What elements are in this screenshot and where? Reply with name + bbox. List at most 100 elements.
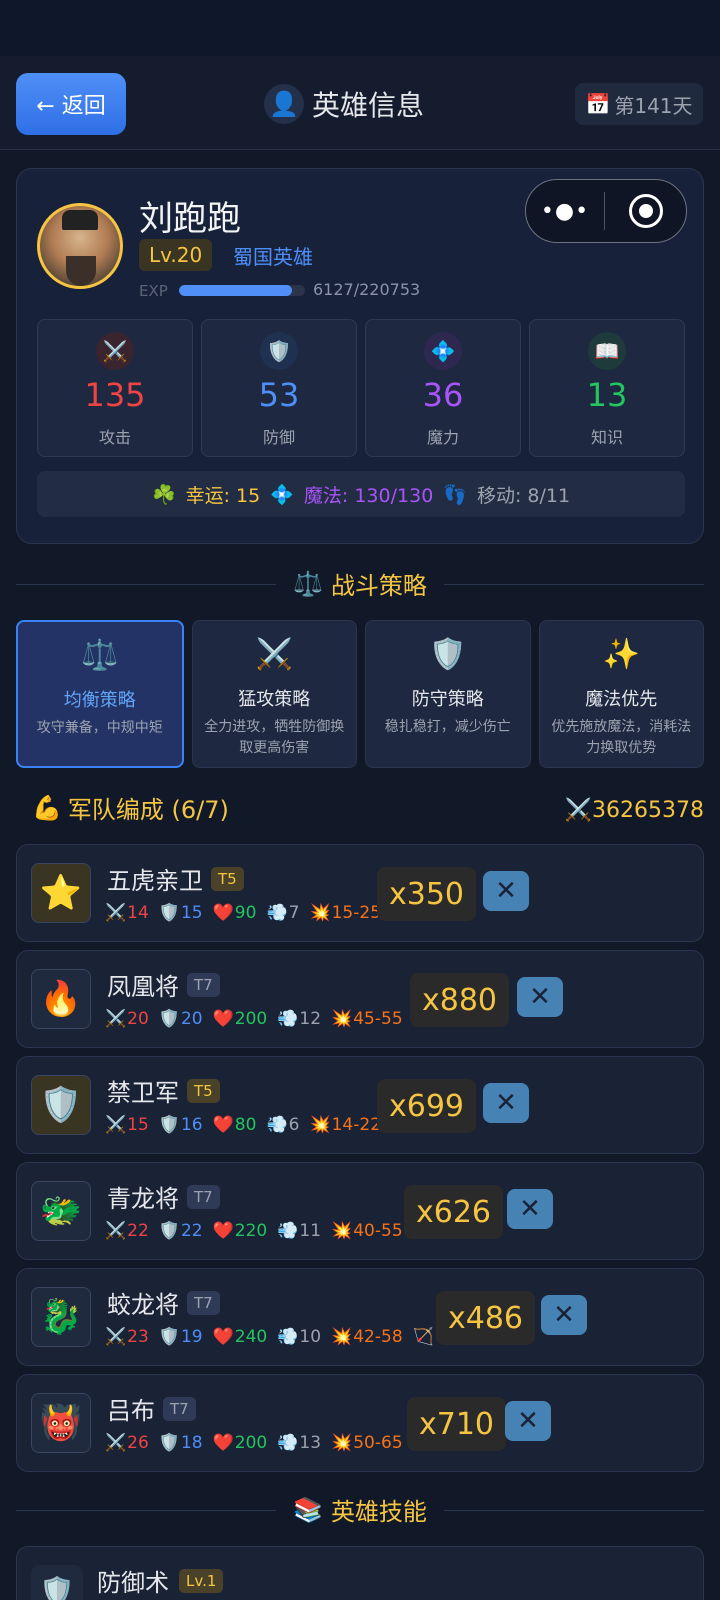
unit-health: ❤️ 220 [213, 1221, 268, 1241]
crossed-swords-icon: ⚔️ [105, 903, 127, 923]
shield-icon: 🛡️ [158, 1115, 180, 1135]
scales-icon: ⚖️ [81, 638, 119, 673]
shield-icon: 🛡️ [158, 1327, 180, 1347]
unit-attack-value: 22 [127, 1221, 149, 1241]
crossed-swords-icon: ⚔️ [96, 332, 134, 370]
wind-icon: 💨 [277, 1221, 299, 1241]
strategy-section-title: ⚖️ 战斗策略 [0, 566, 720, 601]
unit-damage-value: 14-22 [331, 1115, 382, 1135]
oni-mask-icon: 👹 [31, 1393, 91, 1453]
unit-defense-value: 18 [180, 1433, 203, 1453]
unit-defense: 🛡️ 20 [159, 1009, 203, 1029]
unit-speed: 💨 12 [277, 1009, 321, 1029]
skill-name-text: 防御术 [97, 1569, 169, 1597]
hero-sub-stats: ☘️ 幸运: 15 💠 魔法: 130/130 👣 移动: 8/11 [37, 471, 685, 517]
user-avatar-icon: 👤 [264, 84, 304, 124]
remove-unit-button[interactable]: ✕ [507, 1189, 553, 1229]
unit-defense-value: 19 [180, 1327, 203, 1347]
unit-health: ❤️ 90 [213, 903, 257, 923]
unit-damage: 💥 42-58 [331, 1327, 403, 1347]
unit-speed-value: 10 [299, 1327, 322, 1347]
unit-count: x710 [407, 1397, 507, 1451]
unit-damage-value: 42-58 [353, 1327, 403, 1347]
collision-icon: 💥 [331, 1221, 353, 1241]
skill-level-badge: Lv.1 [179, 1568, 224, 1593]
unit-speed-value: 7 [288, 903, 300, 923]
shield-icon: 🛡️ [429, 637, 467, 672]
strategy-magic-first[interactable]: ✨ 魔法优先 优先施放魔法，消耗法力换取优势 [538, 620, 704, 768]
wind-icon: 💨 [277, 1433, 299, 1453]
wind-icon: 💨 [277, 1009, 299, 1029]
unit-defense: 🛡️ 16 [159, 1115, 203, 1135]
collision-icon: 💥 [331, 1009, 353, 1029]
miniprogram-capsule: •●• [525, 179, 687, 243]
exp-value: 6127/220753 [313, 280, 421, 299]
unit-name-text: 五虎亲卫 [107, 867, 203, 895]
unit-health: ❤️ 200 [213, 1009, 268, 1029]
unit-damage: 💥 14-22 [309, 1115, 381, 1135]
stat-value: 36 [422, 376, 464, 414]
section-title-text: 战斗策略 [330, 572, 427, 600]
unit-speed: 💨 6 [266, 1115, 299, 1135]
unit-tier-badge: T7 [187, 972, 220, 997]
stat-value: 53 [258, 376, 300, 414]
unit-card: 👹 吕布 T7 ⚔️ 26 🛡️ 18 ❤️ 200 💨 13 💥 50-65 x710 ✕ [16, 1374, 704, 1472]
stat-label: 知识 [590, 428, 623, 447]
more-options-button[interactable]: •●• [526, 199, 604, 224]
unit-tier-badge: T5 [187, 1078, 220, 1103]
crossed-swords-icon: ⚔️ [255, 637, 293, 672]
strategy-desc: 攻守兼备，中规中矩 [36, 720, 163, 736]
heart-icon: ❤️ [212, 1009, 234, 1029]
exp-label: EXP [139, 282, 168, 300]
collision-icon: 💥 [309, 1115, 331, 1135]
calendar-icon: 📅 [585, 92, 611, 116]
strategy-aggressive[interactable]: ⚔️ 猛攻策略 全力进攻，牺牲防御换取更高伤害 [191, 620, 357, 768]
hero-level-badge: Lv.20 [139, 239, 213, 271]
target-icon [628, 194, 663, 228]
heart-icon: ❤️ [212, 1327, 234, 1347]
crossed-swords-icon: ⚔️ [105, 1433, 127, 1453]
strategy-name: 魔法优先 [585, 689, 658, 710]
unit-stats: ⚔️ 14 🛡️ 15 ❤️ 90 💨 7 💥 15-25 [105, 903, 381, 923]
unit-name-text: 吕布 [107, 1397, 155, 1425]
book-icon: 📖 [588, 332, 626, 370]
unit-defense: 🛡️ 19 [159, 1327, 203, 1347]
wind-icon: 💨 [266, 903, 288, 923]
skill-card[interactable]: 🛡️ 防御术 Lv.1 [16, 1546, 704, 1600]
unit-name: 青龙将 T7 [107, 1179, 220, 1214]
exp-progress-bar [179, 285, 305, 296]
crossed-swords-icon: ⚔️ [105, 1009, 127, 1029]
remove-unit-button[interactable]: ✕ [483, 871, 529, 911]
hero-name: 刘跑跑 [139, 199, 241, 239]
army-section-title: 💪 军队编成 (6/7) [32, 790, 229, 825]
unit-defense: 🛡️ 18 [159, 1433, 203, 1453]
page-title: 英雄信息 [312, 89, 425, 122]
unit-attack: ⚔️ 15 [105, 1115, 149, 1135]
back-button[interactable]: ← 返回 [16, 73, 126, 135]
unit-attack-value: 15 [127, 1115, 149, 1135]
remove-unit-button[interactable]: ✕ [517, 977, 563, 1017]
unit-speed-value: 6 [288, 1115, 300, 1135]
footprints-icon: 👣 [443, 483, 467, 506]
bow-and-arrow-icon: 🏹 [412, 1327, 434, 1347]
fire-icon: 🔥 [31, 969, 91, 1029]
remove-unit-button[interactable]: ✕ [541, 1295, 587, 1335]
shield-icon: 🛡️ [260, 332, 298, 370]
unit-card: 🐉 蛟龙将 T7 ⚔️ 23 🛡️ 19 ❤️ 240 💨 10 💥 42-58 🏹 x48… [16, 1268, 704, 1366]
books-icon: 📚 [293, 1495, 323, 1524]
unit-damage: 💥 45-55 [331, 1009, 403, 1029]
strategy-name: 防守策略 [411, 689, 484, 710]
unit-stats: ⚔️ 26 🛡️ 18 ❤️ 200 💨 13 💥 50-65 [105, 1433, 403, 1453]
remove-unit-button[interactable]: ✕ [505, 1401, 551, 1441]
strategy-name: 均衡策略 [63, 690, 136, 711]
skill-name: 防御术 Lv.1 [97, 1563, 224, 1598]
remove-unit-button[interactable]: ✕ [483, 1083, 529, 1123]
strategy-balanced[interactable]: ⚖️ 均衡策略 攻守兼备，中规中矩 [16, 620, 184, 768]
unit-name-text: 蛟龙将 [107, 1291, 179, 1319]
unit-defense: 🛡️ 15 [159, 903, 203, 923]
strategy-defensive[interactable]: 🛡️ 防守策略 稳扎稳打，减少伤亡 [365, 620, 531, 768]
unit-health: ❤️ 80 [213, 1115, 257, 1135]
unit-name: 凤凰将 T7 [107, 967, 220, 1002]
close-miniprogram-button[interactable] [605, 194, 686, 228]
crossed-swords-icon: ⚔️ [105, 1221, 127, 1241]
